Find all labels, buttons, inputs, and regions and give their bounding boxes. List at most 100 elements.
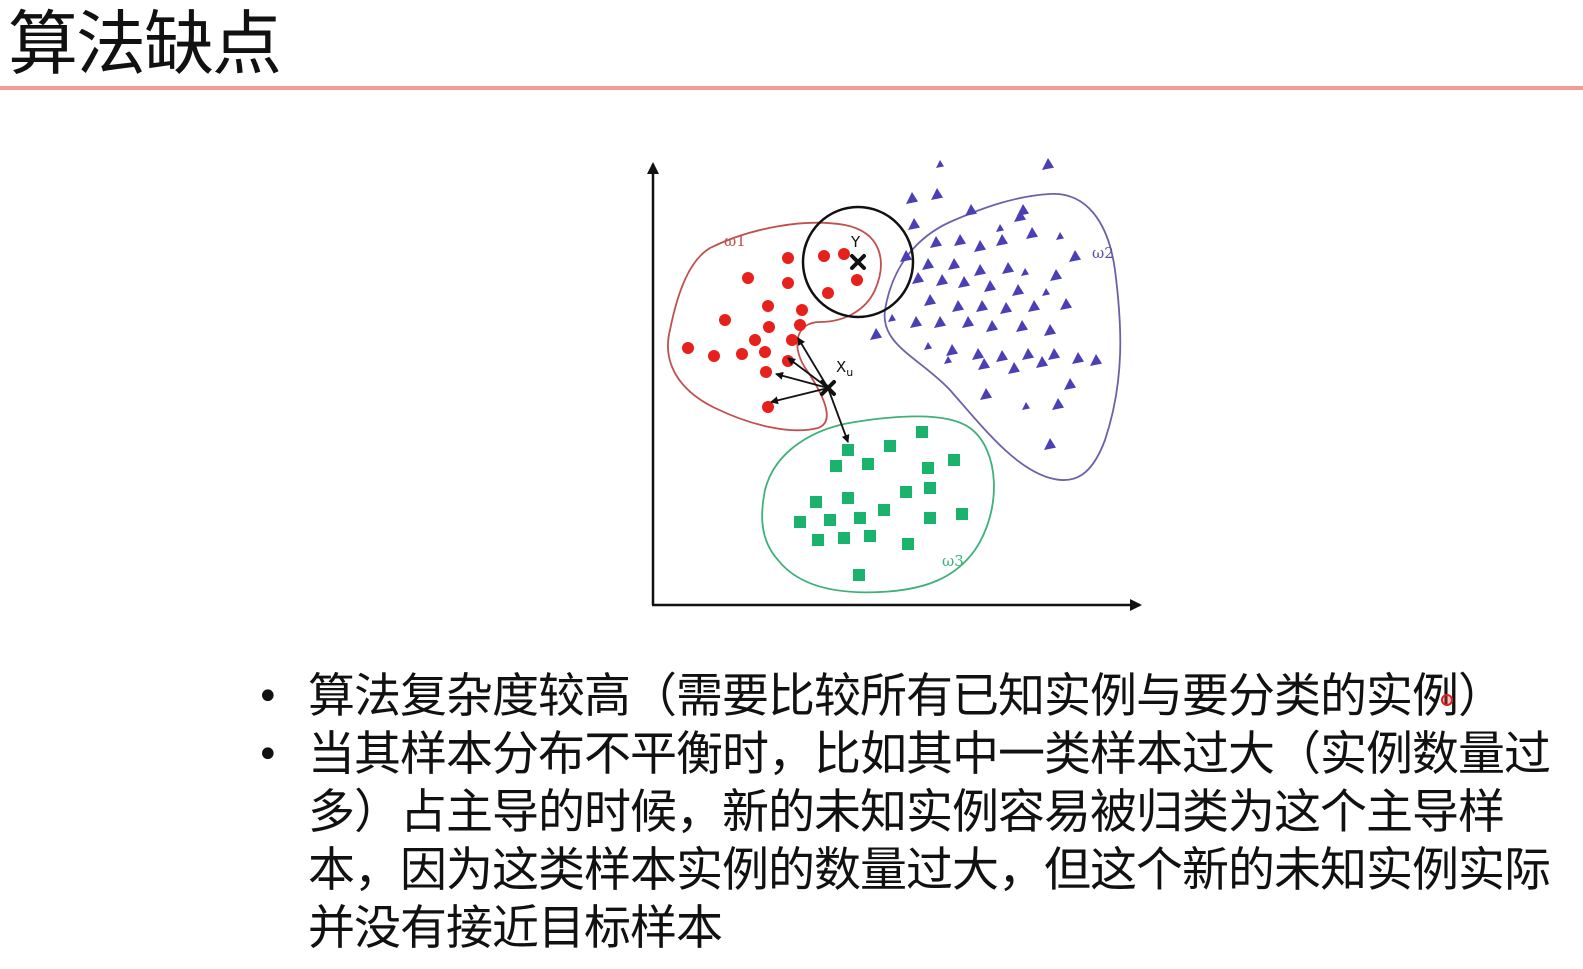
title-divider xyxy=(0,86,1583,90)
class3-point xyxy=(924,482,936,494)
bullet-dot-icon: • xyxy=(256,732,280,778)
class3-point xyxy=(812,534,824,546)
laser-pointer-icon xyxy=(1441,694,1453,706)
class1-point xyxy=(736,348,748,360)
xu-point-label: Xu xyxy=(836,358,853,379)
class3-point xyxy=(878,504,890,516)
class2-point xyxy=(1069,250,1081,262)
bullet-text: 算法复杂度较高（需要比较所有已知实例与要分类的实例） xyxy=(308,669,1505,724)
y-cross-icon xyxy=(850,254,866,270)
class2-point xyxy=(1016,320,1028,332)
class3-point xyxy=(902,538,914,550)
class2-point xyxy=(1002,262,1014,274)
class1-point xyxy=(796,304,808,316)
class3-point xyxy=(948,454,960,466)
class3-point xyxy=(853,569,865,581)
class2-point xyxy=(1048,348,1060,360)
bullet-dot-icon: • xyxy=(256,674,280,720)
class2-point xyxy=(962,316,974,328)
class1-point xyxy=(762,300,774,312)
class3-point xyxy=(900,486,912,498)
class3-point xyxy=(922,462,934,474)
class2-point xyxy=(954,234,966,246)
class1-point xyxy=(794,319,806,331)
class1-point xyxy=(682,342,694,354)
class2-point xyxy=(936,160,944,168)
class2-point xyxy=(974,240,986,252)
class2-points xyxy=(870,158,1102,450)
class2-point xyxy=(976,300,988,312)
class2-point xyxy=(986,320,998,332)
class2-point xyxy=(984,280,996,292)
class2-point xyxy=(924,294,936,306)
bullet-item-imbalance: • 当其样本分布不平衡时，比如其中一类样本过大（实例数量过多）占主导的时候，新的… xyxy=(252,726,1562,958)
class2-point xyxy=(1052,398,1064,410)
class2-point xyxy=(922,258,934,270)
bullet-list: • 算法复杂度较高（需要比较所有已知实例与要分类的实例） • 当其样本分布不平衡… xyxy=(252,668,1562,958)
class3-point xyxy=(794,516,806,528)
class2-point xyxy=(980,388,992,400)
class2-point xyxy=(1056,232,1064,240)
class3-point xyxy=(884,440,896,452)
class3-label: ω3 xyxy=(942,552,964,570)
class2-point xyxy=(1012,284,1024,296)
class2-label: ω2 xyxy=(1092,244,1114,262)
class1-point xyxy=(719,314,731,326)
class1-point xyxy=(822,287,834,299)
class3-point xyxy=(824,514,836,526)
class2-point xyxy=(1017,204,1029,216)
class3-point xyxy=(956,508,968,520)
class2-point xyxy=(946,344,958,356)
class3-point xyxy=(830,460,842,472)
class2-point xyxy=(1060,298,1072,310)
class2-point xyxy=(944,356,952,364)
class2-point xyxy=(870,328,882,340)
class2-point xyxy=(1008,362,1020,374)
class2-point xyxy=(1021,268,1029,276)
class2-point xyxy=(952,300,964,312)
class2-point xyxy=(1042,288,1050,296)
slide-title: 算法缺点 xyxy=(8,3,282,85)
class2-point xyxy=(912,272,924,284)
class3-point xyxy=(810,496,822,508)
class1-point xyxy=(760,366,772,378)
class2-point xyxy=(996,350,1008,362)
class3-point xyxy=(862,458,874,470)
knn-diagram: Y Xu ω1 ω2 ω3 xyxy=(630,150,1160,620)
class2-point xyxy=(930,236,942,248)
knn-diagram-svg: Y Xu ω1 ω2 ω3 xyxy=(647,158,1142,611)
bullet-item-complexity: • 算法复杂度较高（需要比较所有已知实例与要分类的实例） xyxy=(252,668,1562,726)
class2-point xyxy=(972,348,984,360)
class2-point xyxy=(1026,227,1038,239)
class1-label: ω1 xyxy=(724,232,746,250)
class1-point xyxy=(708,350,720,362)
class2-point xyxy=(1072,352,1084,364)
class2-point xyxy=(936,274,948,286)
class3-point xyxy=(916,426,928,438)
class2-point xyxy=(1022,348,1034,360)
xu-cross-icon xyxy=(820,380,836,396)
class3-point xyxy=(842,444,854,456)
class1-point xyxy=(851,274,863,286)
class2-point xyxy=(934,316,946,328)
class1-point xyxy=(763,321,775,333)
class2-point xyxy=(978,358,990,370)
class3-point xyxy=(842,492,854,504)
bullet-text: 当其样本分布不平衡时，比如其中一类样本过大（实例数量过多）占主导的时候，新的未知… xyxy=(308,727,1551,956)
class2-point xyxy=(1044,438,1056,450)
class1-point xyxy=(786,334,798,346)
class1-points xyxy=(682,248,863,413)
class2-point xyxy=(1090,354,1102,366)
class2-point xyxy=(906,192,918,204)
class2-point xyxy=(948,258,960,270)
y-point-label: Y xyxy=(850,233,861,251)
class2-point xyxy=(1050,269,1062,281)
class2-point xyxy=(1064,378,1076,390)
class2-point xyxy=(1022,402,1030,410)
class2-point xyxy=(996,234,1008,246)
class2-point xyxy=(996,224,1004,232)
class2-point xyxy=(1042,158,1054,170)
class1-point xyxy=(782,277,794,289)
class3-point xyxy=(864,530,876,542)
class2-point xyxy=(965,204,977,216)
